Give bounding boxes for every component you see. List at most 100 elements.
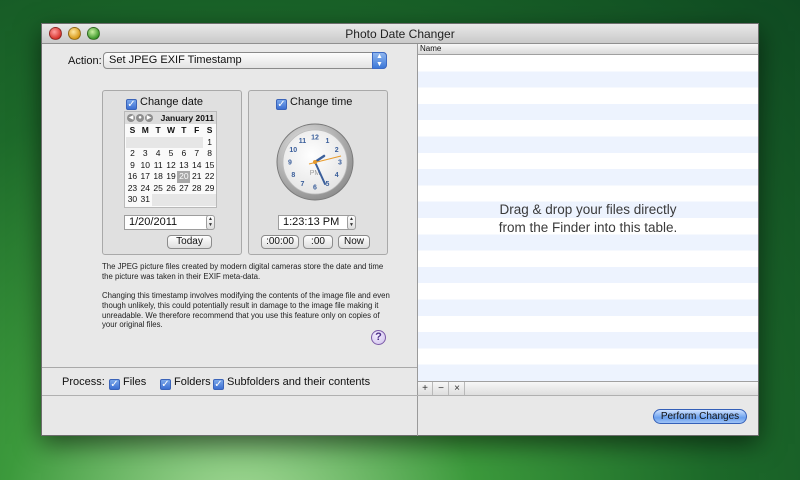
- calendar[interactable]: ◀ ● ▶ January 2011 SMTWTFS 1 2 3 4 5 6 7 8 9 10 11…: [124, 111, 217, 208]
- clock-number: 2: [335, 147, 339, 154]
- clock-number: 7: [301, 181, 305, 188]
- calendar-day[interactable]: 24: [139, 183, 152, 195]
- weekday-row: SMTWTFS: [126, 125, 216, 137]
- add-file-button[interactable]: +: [418, 382, 433, 395]
- calendar-day[interactable]: 26: [165, 183, 178, 195]
- calendar-day[interactable]: 12: [165, 160, 178, 172]
- calendar-day[interactable]: 3: [139, 148, 152, 160]
- weekday-header: S: [206, 125, 213, 135]
- calendar-day[interactable]: 17: [139, 171, 152, 183]
- calendar-week-row: 9 10 11 12 13 14 15: [126, 160, 216, 172]
- zero-seconds-button[interactable]: :00:00: [261, 235, 299, 249]
- calendar-day[interactable]: 10: [139, 160, 152, 172]
- calendar-day[interactable]: 20: [177, 171, 191, 183]
- date-field[interactable]: 1/20/2011: [124, 215, 210, 230]
- info-paragraph-2: Changing this timestamp involves modifyi…: [102, 291, 390, 330]
- perform-changes-label: Perform Changes: [660, 411, 740, 422]
- calendar-month: January 2011: [160, 113, 214, 123]
- calendar-empty-cell: [203, 194, 217, 206]
- calendar-day[interactable]: 6: [177, 148, 190, 160]
- calendar-day[interactable]: 5: [165, 148, 178, 160]
- checkmark-icon: ✓: [213, 379, 224, 390]
- calendar-week-row: 30 31: [126, 194, 217, 206]
- left-divider: [42, 367, 417, 368]
- clock-number: 8: [291, 172, 295, 179]
- calendar-day[interactable]: 30: [126, 194, 139, 206]
- calendar-empty-cell: [126, 136, 139, 148]
- calendar-day[interactable]: 7: [190, 148, 203, 160]
- calendar-day[interactable]: 29: [203, 183, 216, 195]
- next-month-icon[interactable]: ▶: [145, 114, 153, 122]
- files-checkbox[interactable]: ✓ Files: [109, 376, 146, 390]
- column-name-label: Name: [420, 44, 442, 53]
- table-footer: + − ×: [418, 381, 758, 395]
- calendar-day[interactable]: 11: [152, 160, 165, 172]
- calendar-day[interactable]: 9: [126, 160, 139, 172]
- calendar-day[interactable]: 2: [126, 148, 139, 160]
- subfolders-checkbox[interactable]: ✓ Subfolders and their contents: [213, 376, 370, 390]
- calendar-day[interactable]: 8: [203, 148, 216, 160]
- process-label: Process:: [62, 376, 105, 388]
- calendar-day[interactable]: 28: [190, 183, 203, 195]
- calendar-empty-cell: [190, 136, 204, 148]
- calendar-day[interactable]: 14: [190, 160, 203, 172]
- now-button[interactable]: Now: [338, 235, 370, 249]
- popup-arrows-icon: ▲ ▼: [372, 52, 387, 69]
- title-bar[interactable]: Photo Date Changer: [42, 24, 758, 44]
- calendar-day[interactable]: 22: [203, 171, 216, 183]
- calendar-empty-cell: [138, 136, 152, 148]
- clock-number: 11: [299, 138, 307, 145]
- time-field[interactable]: 1:23:13 PM: [278, 215, 350, 230]
- today-dot-icon[interactable]: ●: [136, 114, 144, 122]
- clock-number: 6: [313, 185, 317, 192]
- change-time-checkbox[interactable]: ✓ Change time: [276, 96, 352, 110]
- calendar-day[interactable]: 4: [152, 148, 165, 160]
- calendar-day[interactable]: 13: [177, 160, 190, 172]
- drop-hint: Drag & drop your files directly from the…: [418, 201, 758, 237]
- today-button[interactable]: Today: [167, 235, 212, 249]
- calendar-week-row: 2345678: [126, 148, 216, 160]
- calendar-day[interactable]: 23: [126, 183, 139, 195]
- zero-minutes-button[interactable]: :00: [303, 235, 333, 249]
- today-button-label: Today: [176, 236, 203, 247]
- clock-number: 3: [338, 160, 342, 167]
- calendar-empty-cell: [164, 136, 178, 148]
- calendar-day[interactable]: 16: [126, 171, 139, 183]
- change-date-checkbox[interactable]: ✓ Change date: [126, 96, 203, 110]
- calendar-day[interactable]: 1: [203, 137, 216, 149]
- change-time-label: Change time: [290, 96, 353, 108]
- calendar-week-row: 1: [126, 136, 216, 149]
- date-stepper[interactable]: ▲ ▼: [206, 215, 215, 230]
- clear-list-button[interactable]: ×: [450, 382, 465, 395]
- calendar-day[interactable]: 31: [139, 194, 152, 206]
- calendar-day[interactable]: 21: [190, 171, 203, 183]
- help-button[interactable]: ?: [371, 330, 386, 345]
- window-title: Photo Date Changer: [345, 27, 455, 41]
- calendar-day[interactable]: 15: [203, 160, 216, 172]
- remove-file-button[interactable]: −: [434, 382, 449, 395]
- calendar-empty-cell: [190, 194, 204, 206]
- app-window: Photo Date Changer Action: Set JPEG EXIF…: [41, 23, 759, 436]
- table-header-name[interactable]: Name: [418, 44, 758, 55]
- folders-checkbox[interactable]: ✓ Folders: [160, 376, 211, 390]
- calendar-day[interactable]: 25: [152, 183, 165, 195]
- perform-changes-button[interactable]: Perform Changes: [653, 409, 747, 424]
- clock-number: 4: [335, 172, 339, 179]
- info-paragraph-1: The JPEG picture files created by modern…: [102, 262, 384, 281]
- calendar-day[interactable]: 18: [152, 171, 165, 183]
- drop-hint-line-2: from the Finder into this table.: [498, 220, 678, 235]
- clock-number: 9: [288, 160, 292, 167]
- checkmark-icon: ✓: [160, 379, 171, 390]
- zero-seconds-label: :00:00: [266, 236, 294, 247]
- time-stepper[interactable]: ▲ ▼: [347, 215, 356, 230]
- weekday-header: T: [155, 125, 161, 135]
- action-popup[interactable]: Set JPEG EXIF Timestamp ▲ ▼: [103, 52, 387, 69]
- checkmark-icon: ✓: [126, 99, 137, 110]
- calendar-week-row: 23 24 25 26 27 28 29: [126, 183, 216, 195]
- date-value: 1/20/2011: [129, 216, 178, 228]
- calendar-day[interactable]: 27: [177, 183, 190, 195]
- weekday-header: F: [194, 125, 200, 135]
- prev-month-icon[interactable]: ◀: [127, 114, 135, 122]
- calendar-day[interactable]: 19: [165, 171, 178, 183]
- change-date-label: Change date: [140, 96, 203, 108]
